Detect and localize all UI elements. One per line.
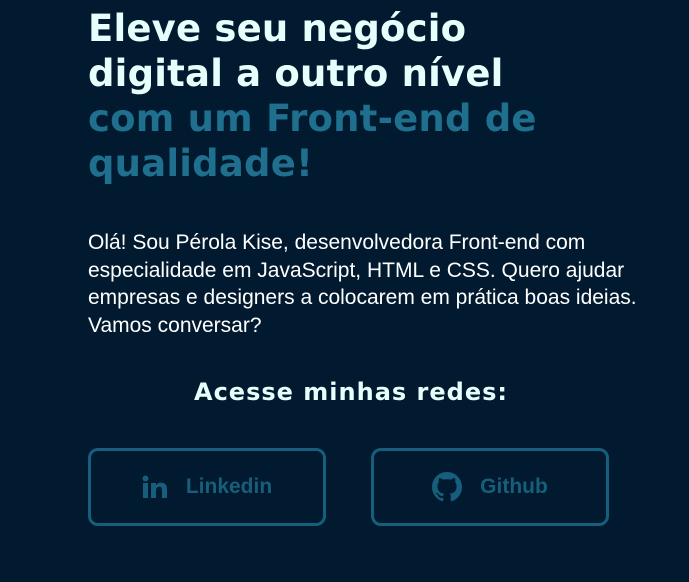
linkedin-button[interactable]: Linkedin — [88, 448, 326, 526]
social-section-title: Acesse minhas redes: — [194, 378, 508, 406]
github-icon — [432, 472, 463, 502]
intro-paragraph: Olá! Sou Pérola Kise, desenvolvedora Fro… — [88, 231, 637, 337]
headline-line-1: Eleve seu negócio — [88, 7, 467, 50]
headline-accent-line-2: qualidade! — [88, 142, 314, 185]
headline-line-2: digital a outro nível — [88, 52, 504, 95]
linkedin-icon — [142, 475, 168, 499]
hero-section: Eleve seu negócio digital a outro nível … — [88, 6, 648, 186]
linkedin-button-label: Linkedin — [185, 475, 273, 498]
page-headline: Eleve seu negócio digital a outro nível … — [88, 6, 648, 186]
github-button[interactable]: Github — [371, 448, 609, 526]
headline-accent-line-1: com um Front-end de — [88, 97, 537, 140]
github-button-label: Github — [480, 475, 548, 498]
